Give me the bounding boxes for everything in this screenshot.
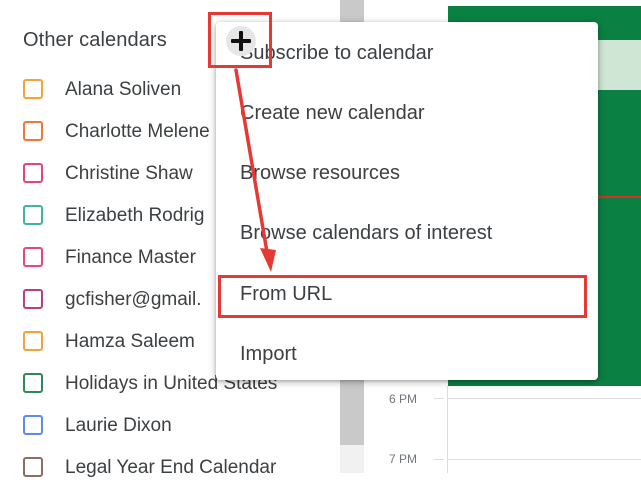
time-label-7pm: 7 PM — [389, 452, 418, 466]
hour-gridline — [448, 398, 641, 399]
calendar-checkbox[interactable] — [23, 415, 43, 435]
calendar-checkbox[interactable] — [23, 247, 43, 267]
menu-item-label: Browse calendars of interest — [240, 222, 493, 244]
hour-tick — [434, 398, 444, 399]
calendar-label: Alana Soliven — [65, 79, 182, 100]
calendar-label: Hamza Saleem — [65, 331, 195, 352]
time-label-6pm: 6 PM — [389, 392, 418, 406]
hour-tick — [434, 459, 444, 460]
calendar-checkbox[interactable] — [23, 205, 43, 225]
calendar-item[interactable]: Laurie Dixon — [0, 412, 340, 454]
menu-item-label: Import — [240, 343, 297, 365]
calendar-checkbox[interactable] — [23, 121, 43, 141]
from-url-highlight-box — [218, 275, 587, 318]
menu-item-create-new[interactable]: Create new calendar — [216, 84, 598, 144]
calendar-checkbox[interactable] — [23, 289, 43, 309]
other-calendars-title: Other calendars — [23, 29, 167, 51]
calendar-checkbox[interactable] — [23, 331, 43, 351]
calendar-label: Laurie Dixon — [65, 415, 172, 436]
hour-gridline — [448, 459, 641, 460]
calendar-label: gcfisher@gmail. — [65, 289, 202, 310]
menu-item-browse-interest[interactable]: Browse calendars of interest — [216, 204, 598, 264]
menu-item-import[interactable]: Import — [216, 325, 598, 385]
calendar-label: Christine Shaw — [65, 163, 193, 184]
calendar-label: Finance Master — [65, 247, 196, 268]
calendar-checkbox[interactable] — [23, 457, 43, 477]
add-calendar-menu: Subscribe to calendar Create new calenda… — [216, 22, 598, 380]
menu-item-label: Browse resources — [240, 162, 401, 184]
calendar-checkbox[interactable] — [23, 79, 43, 99]
calendar-checkbox[interactable] — [23, 163, 43, 183]
menu-item-subscribe[interactable]: Subscribe to calendar — [216, 24, 598, 84]
menu-item-browse-resources[interactable]: Browse resources — [216, 144, 598, 204]
calendar-label: Elizabeth Rodrig — [65, 205, 205, 226]
calendar-checkbox[interactable] — [23, 373, 43, 393]
calendar-label: Charlotte Melene — [65, 121, 210, 142]
calendar-item[interactable]: Legal Year End Calendar — [0, 454, 340, 496]
menu-item-label: Create new calendar — [240, 102, 425, 124]
add-button-highlight-box — [208, 12, 272, 68]
calendar-label: Legal Year End Calendar — [65, 457, 277, 478]
